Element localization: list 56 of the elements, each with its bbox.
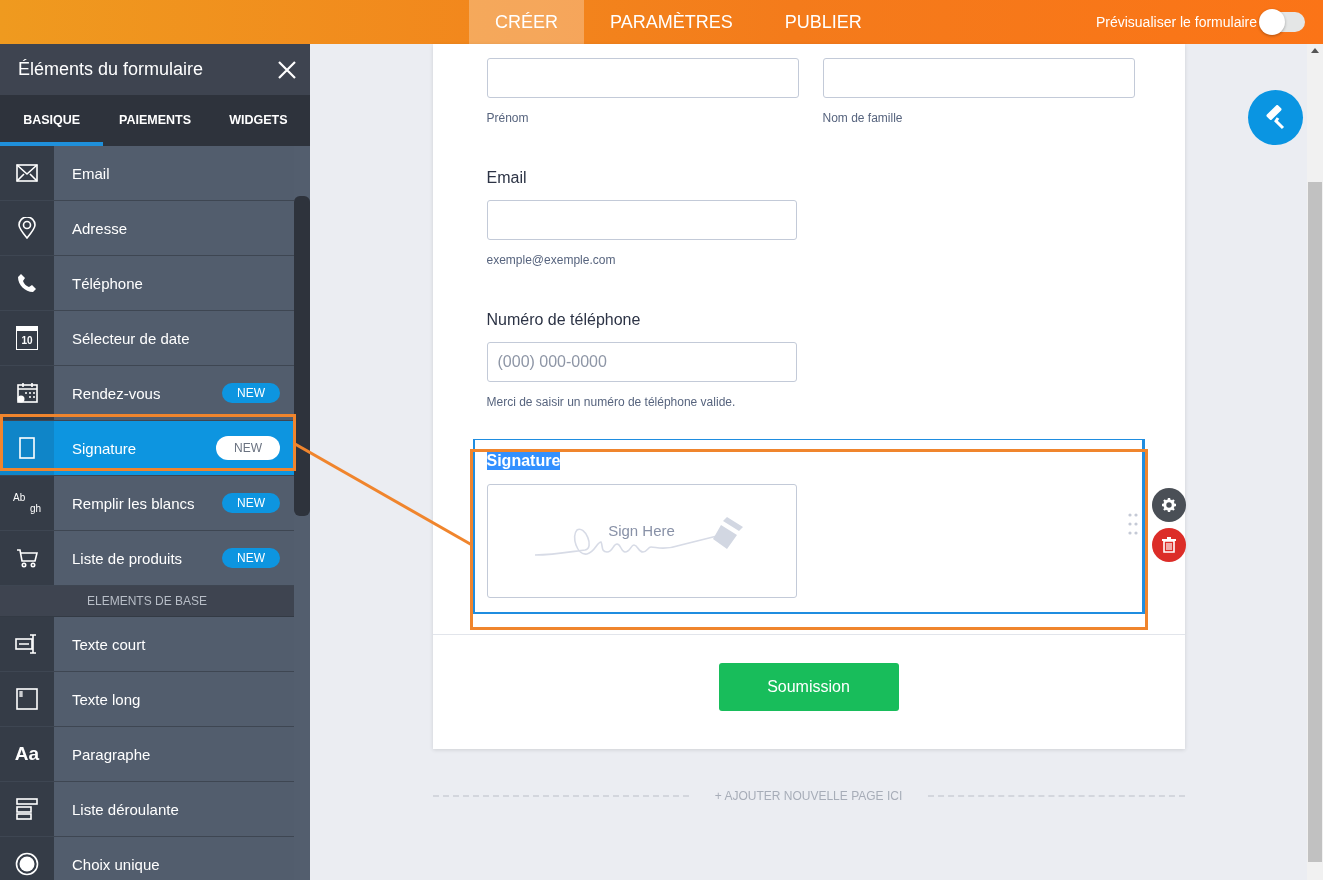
element-item[interactable]: Adresse [0,201,294,256]
list-icon [16,798,38,820]
text-box-icon [15,634,39,654]
element-item[interactable]: Email [0,146,294,201]
input-field[interactable] [822,58,1135,98]
form-field[interactable]: Email exemple@exemple.com [472,155,1145,285]
preview-label: Prévisualiser le formulaire [1095,14,1257,30]
text-area-icon [16,688,38,710]
panel-tab[interactable]: PAIEMENTS [103,95,207,146]
new-badge: NEW [222,493,280,513]
element-item[interactable]: Aa Paragraphe [0,727,294,782]
element-item[interactable]: Texte long [0,672,294,727]
panel-tab[interactable]: WIDGETS [206,95,310,146]
new-badge: NEW [216,436,280,460]
field-sublabel: Nom de famille [822,111,904,125]
field-sublabel: exemple@exemple.com [486,253,616,267]
location-pin-icon [18,217,36,239]
fill-blank-icon: Ab gh [13,492,41,514]
radio-icon [15,852,39,876]
font-icon: Aa [14,743,40,765]
field-sublabel: Merci de saisir un numéro de téléphone valide. [486,395,736,409]
scrollbar[interactable] [294,146,310,880]
element-item[interactable]: Choix unique [0,837,294,880]
form-field[interactable]: Numéro de téléphone (000) 000-0000 Merci de saisir un numéro de téléphone valide. [472,297,1145,427]
element-item[interactable]: Liste de produits NEW [0,531,294,586]
element-item[interactable]: Téléphone [0,256,294,311]
drag-handle-icon[interactable] [1127,513,1138,535]
input-field[interactable]: (000) 000-0000 [486,342,797,382]
envelope-icon [16,164,38,182]
designer-button[interactable] [1248,90,1303,145]
trash-icon [1161,537,1176,553]
panel-title: Éléments du formulaire [18,59,204,80]
input-field[interactable] [486,58,799,98]
field-label: Numéro de téléphone [486,311,641,329]
close-icon[interactable] [278,60,296,79]
phone-icon [17,273,37,293]
delete-button[interactable] [1151,528,1186,562]
field-label: Email [486,169,527,187]
element-item[interactable]: Signature NEW [0,421,294,476]
settings-icon [1161,498,1176,512]
field-label: Signature [486,452,561,470]
cart-icon [16,548,38,568]
element-item[interactable]: 10 Sélecteur de date [0,311,294,366]
element-item[interactable]: Texte court [0,617,294,672]
element-item[interactable]: Liste déroulante [0,782,294,837]
calendar-clock-icon [16,382,38,404]
new-badge: NEW [222,383,280,403]
input-field[interactable] [486,200,797,240]
element-item[interactable]: Ab gh Remplir les blancs NEW [0,476,294,531]
field-sublabel: Prénom [486,111,530,125]
element-item[interactable]: Rendez-vous NEW [0,366,294,421]
rectangle-icon [19,437,35,459]
new-badge: NEW [222,548,280,568]
scrollbar[interactable] [1307,44,1323,880]
settings-button[interactable] [1151,488,1186,522]
calendar-icon: 10 [16,326,38,350]
